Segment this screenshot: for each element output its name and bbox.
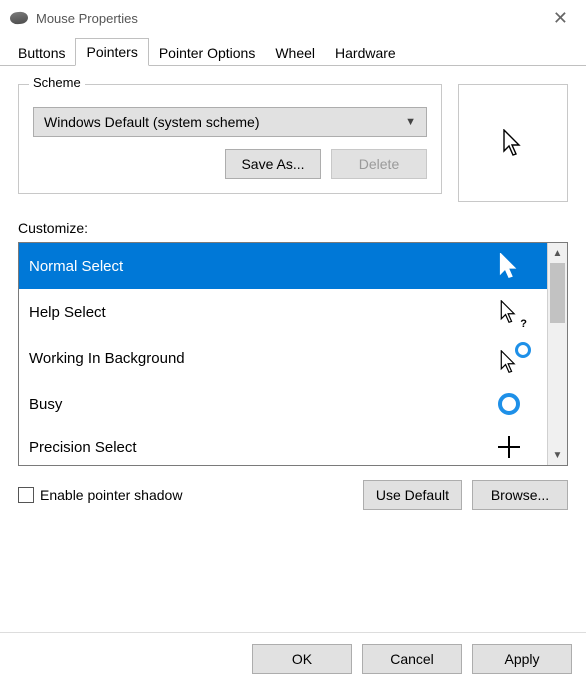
scheme-legend: Scheme [29,75,85,90]
close-button[interactable]: ✕ [545,4,576,33]
arrow-ring-cursor-icon [495,344,523,372]
enable-shadow-label: Enable pointer shadow [40,487,182,503]
ok-button[interactable]: OK [252,644,352,674]
scheme-dropdown[interactable]: Windows Default (system scheme) ▼ [33,107,427,137]
list-item-label: Normal Select [29,258,123,275]
scheme-selected-text: Windows Default (system scheme) [44,114,260,130]
tab-strip: Buttons Pointers Pointer Options Wheel H… [0,36,586,66]
scrollbar[interactable]: ▲ ▼ [547,243,567,465]
window-title: Mouse Properties [36,11,138,26]
scroll-down-icon[interactable]: ▼ [548,445,567,465]
precision-cross-icon [495,433,523,461]
list-item-label: Help Select [29,304,106,321]
browse-button[interactable]: Browse... [472,480,568,510]
cursor-list: Normal Select Help Select ? Working In B… [18,242,568,466]
arrow-cursor-icon [501,129,525,157]
cancel-button[interactable]: Cancel [362,644,462,674]
apply-button[interactable]: Apply [472,644,572,674]
dialog-footer: OK Cancel Apply [0,632,586,684]
list-item-normal-select[interactable]: Normal Select [19,243,547,289]
enable-shadow-checkbox[interactable] [18,487,34,503]
tab-wheel[interactable]: Wheel [265,40,325,66]
tab-pointer-options[interactable]: Pointer Options [149,40,266,66]
customize-label: Customize: [18,220,568,236]
list-item-help-select[interactable]: Help Select ? [19,289,547,335]
save-as-button[interactable]: Save As... [225,149,321,179]
chevron-down-icon: ▼ [405,116,416,128]
use-default-button[interactable]: Use Default [363,480,462,510]
scroll-thumb[interactable] [550,263,565,323]
tab-panel-pointers: Scheme Windows Default (system scheme) ▼… [0,66,586,520]
arrow-cursor-icon [495,252,523,280]
titlebar: Mouse Properties ✕ [0,0,586,36]
scroll-up-icon[interactable]: ▲ [548,243,567,263]
cursor-preview [458,84,568,202]
list-item-label: Precision Select [29,439,137,456]
arrow-help-cursor-icon: ? [495,298,523,326]
enable-shadow-row[interactable]: Enable pointer shadow [18,487,182,503]
scheme-group: Scheme Windows Default (system scheme) ▼… [18,84,442,194]
list-item-label: Busy [29,396,62,413]
tab-hardware[interactable]: Hardware [325,40,406,66]
list-item-working-background[interactable]: Working In Background [19,335,547,381]
mouse-icon [10,11,29,24]
tab-pointers[interactable]: Pointers [75,38,148,66]
list-item-busy[interactable]: Busy [19,381,547,427]
busy-ring-icon [495,390,523,418]
delete-button: Delete [331,149,427,179]
list-item-label: Working In Background [29,350,185,367]
tab-buttons[interactable]: Buttons [8,40,75,66]
scroll-track[interactable] [548,263,567,445]
list-item-precision-select[interactable]: Precision Select [19,427,547,465]
